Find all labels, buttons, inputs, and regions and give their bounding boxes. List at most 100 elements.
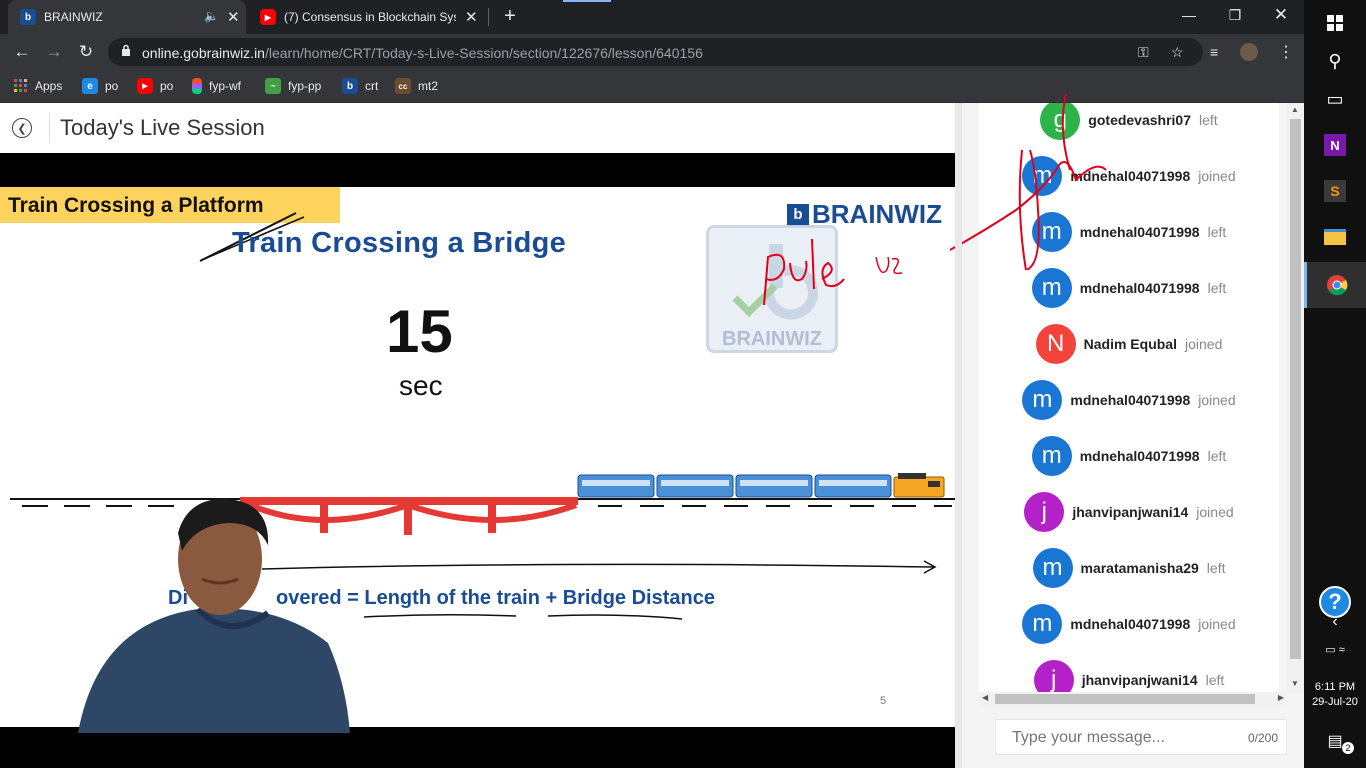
bookmark-fyp-wf[interactable]: fyp-wf bbox=[192, 77, 241, 95]
notification-center-icon[interactable]: ▤ 2 bbox=[1304, 718, 1366, 764]
chat-status: joined bbox=[1198, 616, 1236, 632]
list-item: j jhanvipanjwani14 left bbox=[979, 652, 1279, 693]
bookmark-label: fyp-pp bbox=[288, 79, 322, 93]
bookmark-label: crt bbox=[365, 79, 379, 93]
chat-status: left bbox=[1206, 560, 1226, 576]
chat-username: maratamanisha29 bbox=[1080, 560, 1199, 576]
train-illustration bbox=[577, 473, 945, 498]
file-explorer-icon[interactable] bbox=[1304, 214, 1366, 260]
scroll-right-arrow-icon[interactable]: ▶ bbox=[1278, 693, 1284, 702]
chat-scrollbar-horizontal[interactable]: ◀ ▶ bbox=[979, 692, 1287, 706]
chat-status: joined bbox=[1184, 336, 1223, 352]
speaker-icon[interactable]: 🔈 bbox=[204, 9, 219, 23]
new-tab-button[interactable]: + bbox=[499, 5, 521, 27]
battery-wifi-icon[interactable]: ▭ ≈ bbox=[1304, 634, 1366, 664]
address-bar[interactable]: online.gobrainwiz.in/learn/home/CRT/Toda… bbox=[108, 38, 1203, 66]
avatar: m bbox=[1031, 268, 1072, 308]
forward-arrow-icon[interactable]: → bbox=[40, 38, 68, 66]
tab-title: BRAINWIZ bbox=[44, 10, 103, 24]
chat-username: jhanvipanjwani14 bbox=[1081, 672, 1198, 688]
chat-status: left bbox=[1207, 280, 1227, 296]
url-path: /learn/home/CRT/Today-s-Live-Session/sec… bbox=[264, 45, 703, 61]
chat-username: mdnehal04071998 bbox=[1079, 280, 1200, 296]
windows-taskbar: ⚲ ▭ N S ? ‹ ▭ ≈ 6:11 PM 29-Jul-20 ▤ 2 bbox=[1304, 0, 1366, 768]
list-item: m mdnehal04071998 left bbox=[979, 428, 1279, 484]
bookmark-po-edge[interactable]: e po bbox=[82, 77, 118, 95]
list-item: m maratamanisha29 left bbox=[979, 540, 1279, 596]
scroll-up-arrow-icon[interactable]: ▲ bbox=[1291, 105, 1299, 114]
bookmark-po-youtube[interactable]: ▶ po bbox=[137, 77, 173, 95]
minimize-button[interactable]: — bbox=[1166, 0, 1212, 30]
bookmark-fyp-pp[interactable]: ~ fyp-pp bbox=[265, 77, 321, 95]
bookmark-apps[interactable]: Apps bbox=[14, 77, 62, 95]
close-tab-icon[interactable]: ✕ bbox=[465, 8, 478, 26]
list-item: m mdnehal04071998 joined bbox=[979, 372, 1279, 428]
session-header: ❮ Today's Live Session bbox=[0, 103, 962, 153]
list-item: N Nadim Equbal joined bbox=[979, 316, 1279, 372]
back-circle-icon[interactable]: ❮ bbox=[12, 118, 32, 138]
page-title: Today's Live Session bbox=[60, 115, 265, 140]
presenter-video bbox=[78, 498, 350, 733]
tab-strip: b BRAINWIZ 🔈 ✕ ▶ (7) Consensus in Blockc… bbox=[0, 0, 1304, 34]
chat-username: mdnehal04071998 bbox=[1070, 616, 1191, 632]
restore-button[interactable]: ❐ bbox=[1212, 0, 1258, 30]
back-arrow-icon[interactable]: ← bbox=[8, 38, 36, 66]
chrome-icon[interactable] bbox=[1304, 262, 1366, 308]
reload-icon[interactable]: ↻ bbox=[72, 38, 100, 66]
task-view-icon[interactable]: ▭ bbox=[1304, 76, 1366, 122]
chat-scrollbar-vertical[interactable]: ▲ ▼ bbox=[1287, 103, 1304, 693]
panel-divider bbox=[955, 103, 962, 768]
chat-username: mdnehal04071998 bbox=[1070, 392, 1191, 408]
scroll-down-arrow-icon[interactable]: ▼ bbox=[1291, 679, 1299, 688]
sublime-text-icon[interactable]: S bbox=[1304, 168, 1366, 214]
avatar: m bbox=[1032, 548, 1073, 588]
chevron-left-icon[interactable]: ‹ bbox=[1304, 607, 1366, 637]
url-host: online.gobrainwiz.in bbox=[142, 45, 265, 61]
avatar: j bbox=[1024, 492, 1065, 532]
avatar: N bbox=[1035, 324, 1076, 364]
timer-unit: sec bbox=[399, 370, 443, 401]
avatar: m bbox=[1031, 436, 1072, 476]
clock[interactable]: 6:11 PM 29-Jul-20 bbox=[1304, 680, 1366, 710]
apps-grid-icon bbox=[14, 79, 27, 92]
tab-strip-accent bbox=[563, 0, 611, 2]
close-window-button[interactable]: ✕ bbox=[1258, 0, 1304, 30]
onenote-icon[interactable]: N bbox=[1304, 122, 1366, 168]
chat-status: joined bbox=[1198, 168, 1236, 184]
distance-arrow bbox=[261, 560, 937, 574]
chat-username: Nadim Equbal bbox=[1083, 336, 1177, 352]
scrollbar-thumb[interactable] bbox=[1290, 119, 1301, 659]
bookmark-mt2[interactable]: cc mt2 bbox=[395, 77, 438, 95]
tab-title: (7) Consensus in Blockchain Syste bbox=[284, 10, 456, 24]
key-icon[interactable]: ⚿ bbox=[1138, 44, 1149, 61]
video-player[interactable]: Train Crossing a Platform Train Crossing… bbox=[0, 153, 961, 768]
lock-icon bbox=[122, 44, 130, 56]
bookmark-label: po bbox=[160, 79, 174, 93]
scroll-left-arrow-icon[interactable]: ◀ bbox=[982, 693, 988, 702]
media-queue-icon[interactable]: ≡ bbox=[1210, 44, 1218, 60]
handwritten-annotation bbox=[763, 238, 903, 306]
scrollbar-thumb[interactable] bbox=[995, 694, 1255, 704]
chat-status: left bbox=[1205, 672, 1225, 688]
char-counter: 0/200 bbox=[1247, 731, 1278, 745]
youtube-favicon-icon: ▶ bbox=[260, 9, 276, 25]
chart-icon: ~ bbox=[265, 78, 281, 94]
lecture-slide: Train Crossing a Platform Train Crossing… bbox=[0, 187, 961, 733]
header-divider bbox=[49, 113, 50, 143]
chat-status: joined bbox=[1198, 392, 1236, 408]
chat-username: mdnehal04071998 bbox=[1079, 448, 1200, 464]
profile-avatar[interactable] bbox=[1240, 43, 1258, 61]
handwritten-annotation-chat bbox=[949, 93, 1107, 270]
slide-title: Train Crossing a Bridge bbox=[232, 227, 567, 259]
bookmark-label: fyp-wf bbox=[209, 79, 242, 93]
message-input[interactable] bbox=[1012, 729, 1212, 747]
tab-brainwiz[interactable]: b BRAINWIZ 🔈 ✕ bbox=[8, 0, 246, 34]
bookmark-crt[interactable]: b crt bbox=[342, 77, 378, 95]
avatar: m bbox=[1022, 380, 1063, 420]
menu-kebab-icon[interactable]: ⋮ bbox=[1278, 42, 1294, 62]
close-tab-icon[interactable]: ✕ bbox=[227, 8, 240, 26]
tab-youtube[interactable]: ▶ (7) Consensus in Blockchain Syste ✕ bbox=[250, 0, 488, 34]
message-composer: 0/200 bbox=[995, 719, 1287, 755]
star-bookmark-icon[interactable]: ☆ bbox=[1171, 44, 1184, 61]
notification-count: 2 bbox=[1342, 742, 1354, 754]
